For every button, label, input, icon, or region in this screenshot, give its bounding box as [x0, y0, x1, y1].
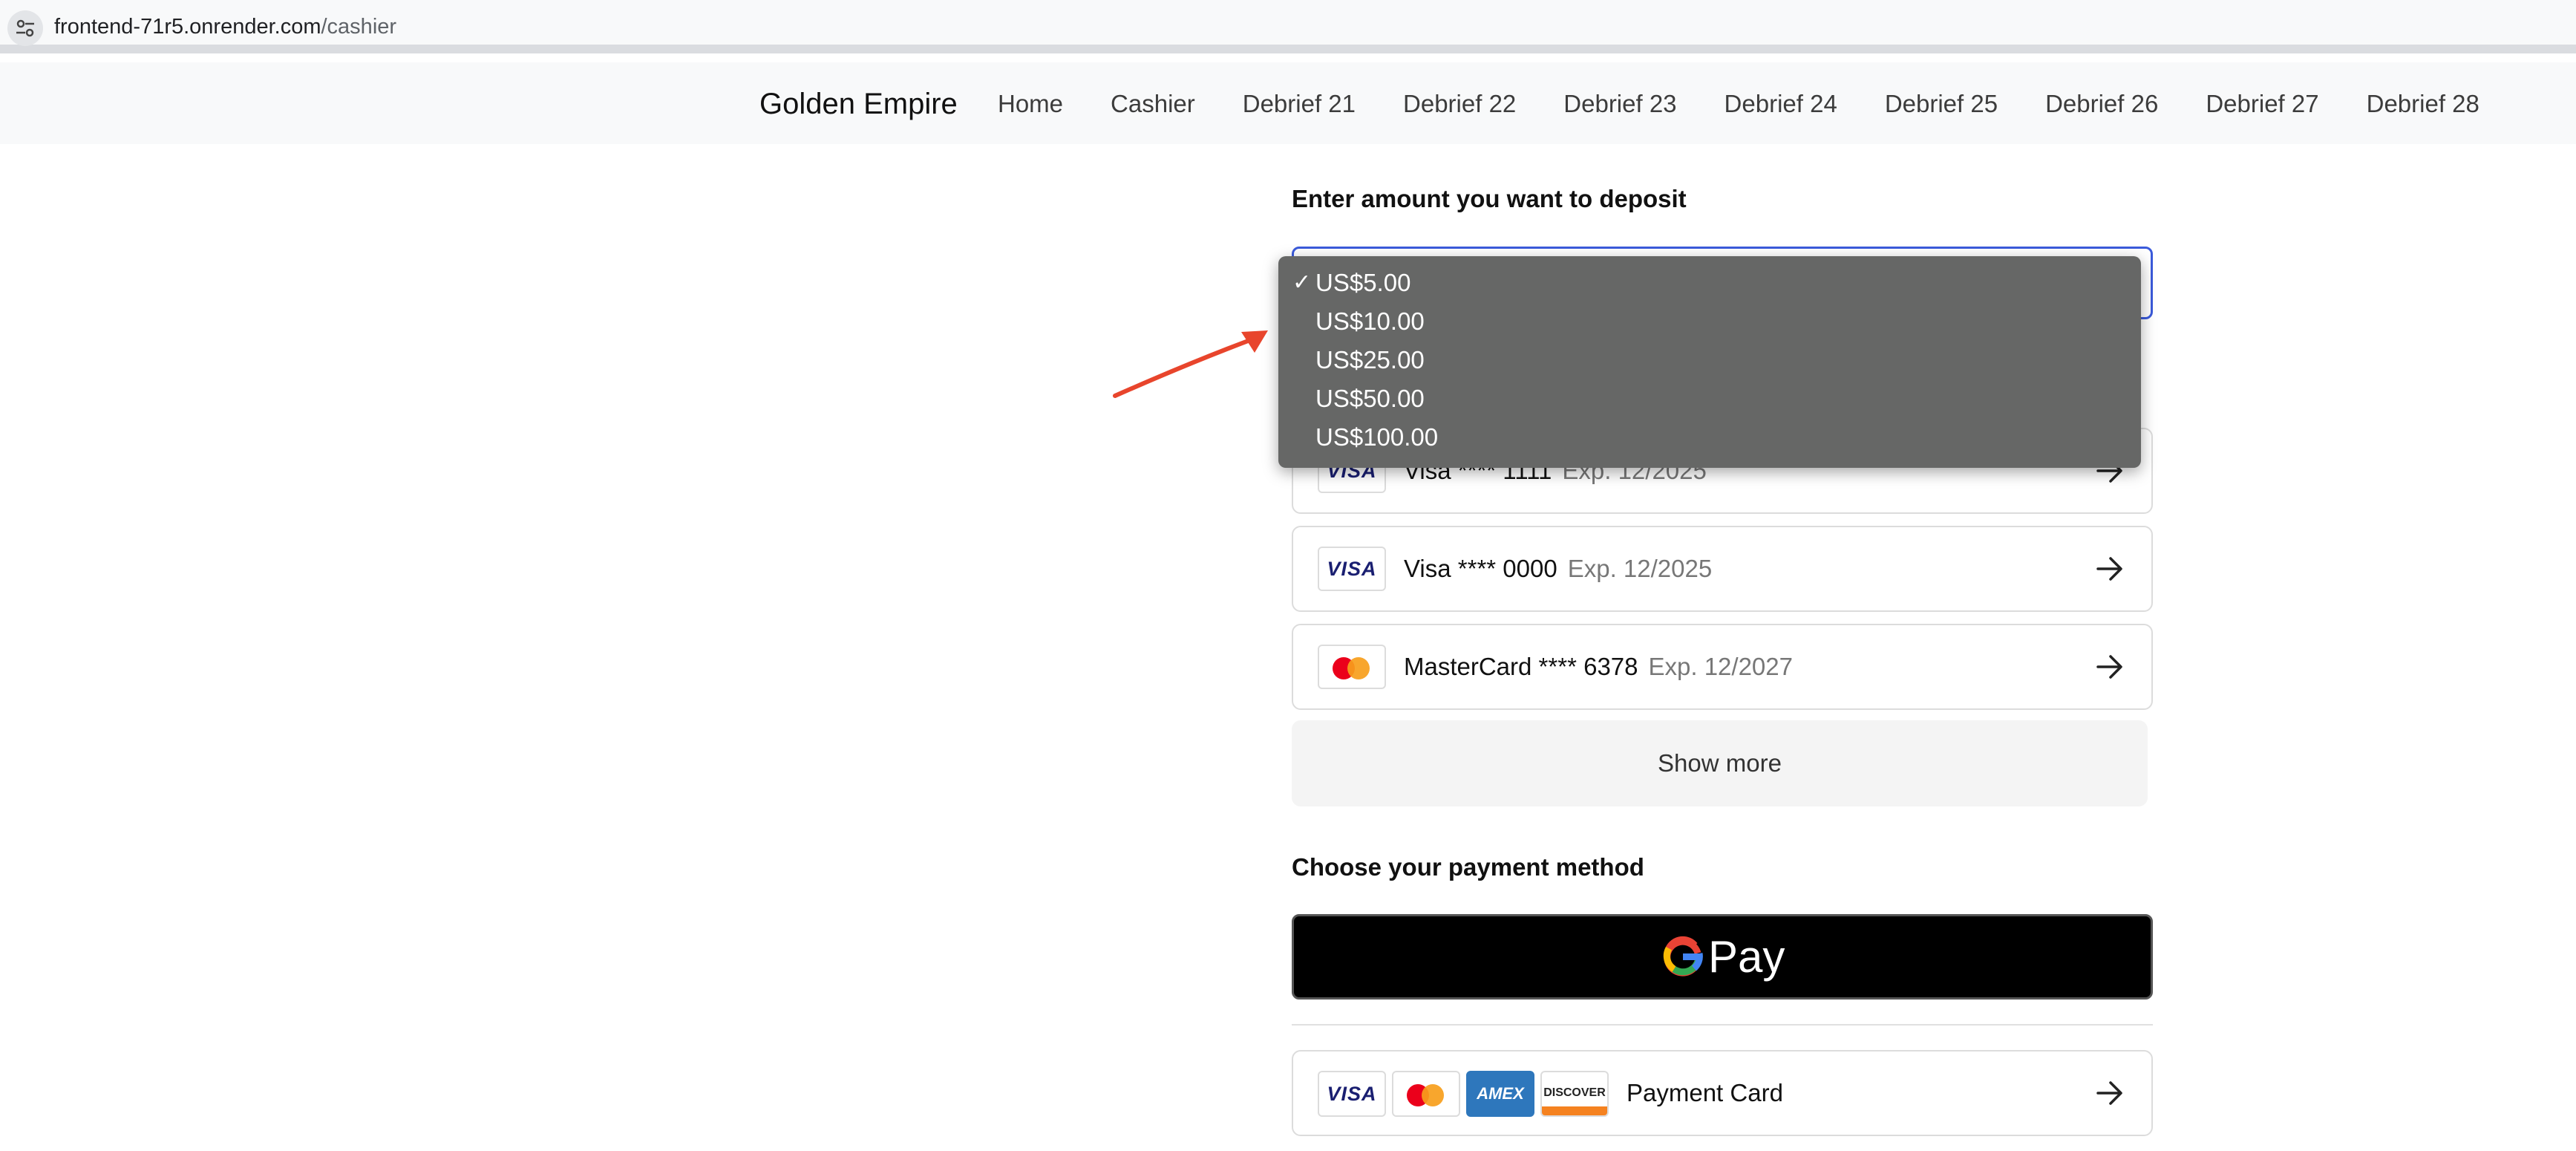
visa-logo-icon: VISA: [1318, 547, 1386, 591]
card-expiry: Exp. 12/2027: [1648, 653, 1794, 680]
browser-address-bar: frontend-71r5.onrender.com/cashier: [0, 0, 2576, 53]
amex-logo-icon: AMEX: [1466, 1071, 1534, 1117]
payment-card-option[interactable]: VISA AMEX DISCOVER Payment Card: [1292, 1050, 2153, 1136]
url-path: /cashier: [321, 15, 397, 39]
card-expiry: Exp. 12/2025: [1567, 555, 1713, 582]
nav-link-debrief-26[interactable]: Debrief 26: [2045, 89, 2158, 119]
nav-link-cashier[interactable]: Cashier: [1111, 89, 1195, 119]
saved-card-visa-0000[interactable]: VISA Visa **** 0000 Exp. 12/2025: [1292, 526, 2153, 612]
dropdown-option-50[interactable]: US$50.00: [1278, 384, 2141, 423]
dropdown-option-10[interactable]: US$10.00: [1278, 307, 2141, 345]
top-navbar: Golden Empire Home Cashier Debrief 21 De…: [0, 62, 2576, 144]
nav-links: Home Cashier Debrief 21 Debrief 22 Debri…: [998, 89, 2527, 119]
dropdown-option-5[interactable]: ✓ US$5.00: [1278, 268, 2141, 307]
annotation-arrow-icon: [1113, 330, 1268, 398]
nav-link-debrief-23[interactable]: Debrief 23: [1563, 89, 1676, 119]
card-name: Visa **** 0000: [1404, 555, 1557, 582]
url-host: frontend-71r5.onrender.com: [54, 15, 321, 39]
nav-link-debrief-24[interactable]: Debrief 24: [1725, 89, 1837, 119]
arrow-right-icon: [2096, 557, 2122, 581]
nav-link-debrief-28[interactable]: Debrief 28: [2367, 89, 2479, 119]
deposit-amount-label: Enter amount you want to deposit: [1292, 185, 1687, 212]
dropdown-option-100[interactable]: US$100.00: [1278, 423, 2141, 461]
site-info-icon[interactable]: [7, 10, 43, 46]
nav-link-home[interactable]: Home: [998, 89, 1063, 119]
nav-link-debrief-27[interactable]: Debrief 27: [2206, 89, 2318, 119]
google-g-icon: [1663, 936, 1703, 976]
card-name: MasterCard **** 6378: [1404, 653, 1638, 680]
show-more-button[interactable]: Show more: [1292, 720, 2148, 806]
nav-link-debrief-21[interactable]: Debrief 21: [1243, 89, 1356, 119]
brand-name[interactable]: Golden Empire: [759, 86, 958, 122]
visa-logo-icon: VISA: [1318, 1071, 1386, 1117]
checkmark-icon: ✓: [1292, 270, 1312, 295]
arrow-right-icon: [2096, 1081, 2122, 1105]
divider: [1292, 1024, 2153, 1026]
discover-logo-icon: DISCOVER: [1540, 1071, 1609, 1117]
saved-card-mastercard-6378[interactable]: MasterCard **** 6378 Exp. 12/2027: [1292, 624, 2153, 710]
nav-link-debrief-25[interactable]: Debrief 25: [1885, 89, 1998, 119]
dropdown-option-25[interactable]: US$25.00: [1278, 345, 2141, 384]
nav-link-debrief-22[interactable]: Debrief 22: [1403, 89, 1516, 119]
url-field[interactable]: frontend-71r5.onrender.com/cashier: [54, 13, 396, 40]
payment-card-label: Payment Card: [1627, 1079, 1783, 1106]
payment-method-label: Choose your payment method: [1292, 853, 1644, 881]
mastercard-logo-icon: [1392, 1071, 1460, 1117]
deposit-amount-dropdown: ✓ US$5.00 US$10.00 US$25.00 US$50.00 US$1…: [1278, 256, 2141, 468]
google-pay-button[interactable]: Pay: [1292, 914, 2153, 1000]
google-pay-label: Pay: [1708, 932, 1785, 982]
mastercard-logo-icon: [1318, 645, 1386, 689]
arrow-right-icon: [2096, 655, 2122, 679]
